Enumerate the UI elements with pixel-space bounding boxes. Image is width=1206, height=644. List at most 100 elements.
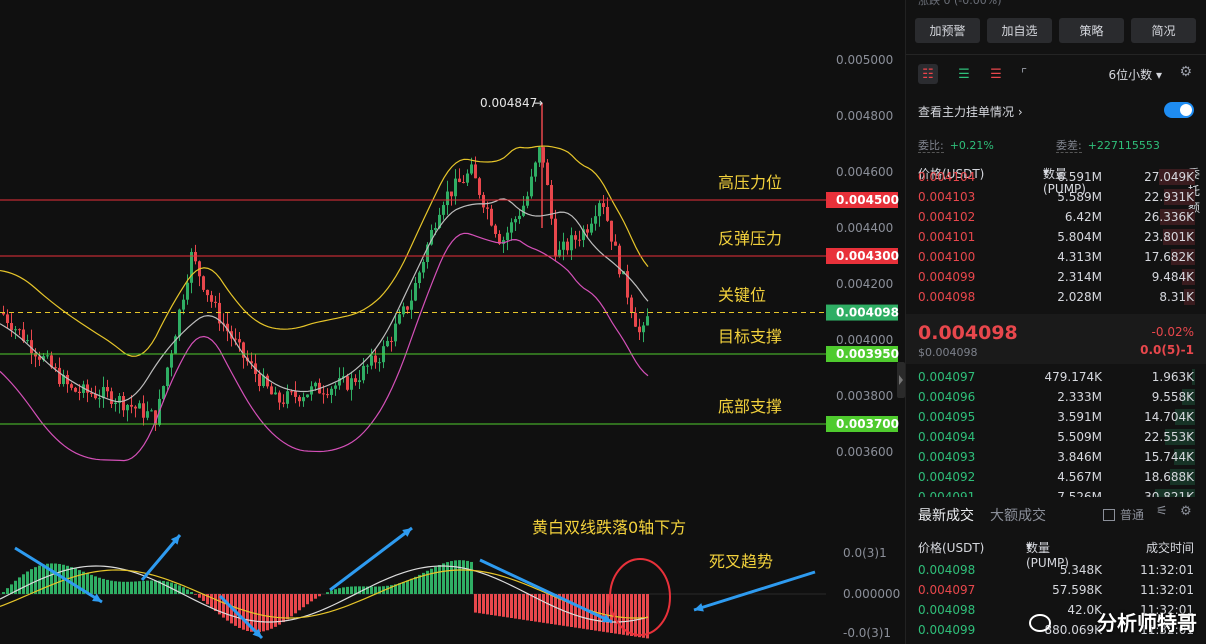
last-price-block: 0.004098 $0.004098 -0.02% 0.0(5)-1 <box>906 314 1206 364</box>
filter-icon[interactable]: ⚟ <box>1156 504 1168 519</box>
tab-large-trades[interactable]: 大额成交 <box>990 505 1046 525</box>
trades-tabs: 最新成交 大额成交 普通 ⚟ ⚙ <box>918 504 1198 525</box>
macd-bar <box>434 566 437 594</box>
candle-body <box>26 340 29 342</box>
add-alert-button[interactable]: 加预警 <box>915 18 980 43</box>
main-orders-toggle[interactable] <box>1164 102 1194 118</box>
candle-body <box>98 398 101 400</box>
macd-bar <box>402 581 405 594</box>
view-asks-icon[interactable]: ☰ <box>986 64 1006 84</box>
price-chart[interactable]: 0.005000 0.004800 0.004600 0.004400 0.004200… <box>0 0 905 644</box>
orderbook-row[interactable]: 0.004101 5.804M 23.801K <box>906 227 1206 247</box>
candlestick-chart-svg[interactable]: 0.005000 0.004800 0.004600 0.004400 0.004200… <box>0 0 905 644</box>
overview-button[interactable]: 简况 <box>1131 18 1196 43</box>
row-qty: 479.174K <box>1044 370 1103 384</box>
candle-body <box>450 191 453 197</box>
peak-arrow: → <box>533 96 543 110</box>
candle-body <box>518 215 521 220</box>
tab-latest-trades[interactable]: 最新成交 <box>918 508 974 524</box>
orderbook-row[interactable]: 0.004093 3.846M 15.744K <box>906 447 1206 467</box>
candle-body <box>146 411 149 418</box>
middle-band-line <box>0 198 649 403</box>
row-price: 0.004097 <box>918 370 976 384</box>
row-price: 0.004096 <box>918 390 976 404</box>
view-both-icon[interactable]: ☷ <box>918 64 938 84</box>
orderbook-row[interactable]: 0.004094 5.509M 22.553K <box>906 427 1206 447</box>
macd-bar <box>50 563 53 594</box>
orderbook-row[interactable]: 0.004102 6.42M 26.336K <box>906 207 1206 227</box>
candle-body <box>330 388 333 395</box>
macd-bar <box>330 590 333 594</box>
row-price: 0.004094 <box>918 430 976 444</box>
candle-body <box>486 207 489 209</box>
view-depth-icon[interactable]: ⌜ <box>1014 64 1034 84</box>
main-orders-link[interactable]: 查看主力挂单情况 › <box>918 103 1023 120</box>
candle-body <box>190 251 193 283</box>
orderbook-row[interactable]: 0.004104 6.591M 27.049K <box>906 167 1206 187</box>
orderbook-row[interactable]: 0.004103 5.589M 22.931K <box>906 187 1206 207</box>
row-qty: 5.509M <box>1057 430 1102 444</box>
candle-body <box>306 394 309 398</box>
bid-diff-value: +227115553 <box>1087 139 1160 152</box>
candle-body <box>326 394 329 396</box>
macd-bar <box>526 594 529 621</box>
candle-body <box>442 205 445 215</box>
macd-bar <box>54 563 57 594</box>
y-axis-tick: 0.004200 <box>836 277 893 291</box>
settings-icon[interactable]: ⚙ <box>1180 504 1192 519</box>
bid-ratio-label: 委比: <box>918 139 944 153</box>
row-total: 23.801K <box>1144 230 1194 244</box>
last-price: 0.004098 <box>918 322 1018 344</box>
add-watchlist-button[interactable]: 加自选 <box>987 18 1052 43</box>
candle-body <box>298 396 301 402</box>
panel-collapse-handle[interactable] <box>897 362 905 398</box>
view-bids-icon[interactable]: ☰ <box>954 64 974 84</box>
row-total: 17.682K <box>1144 250 1194 264</box>
macd-bar <box>582 594 585 629</box>
orderbook-row[interactable]: 0.004091 7.526M 30.821K <box>906 487 1206 497</box>
macd-bar <box>302 594 305 608</box>
gear-icon[interactable]: ⚙ <box>1179 64 1192 80</box>
candle-body <box>446 191 449 206</box>
orderbook-row[interactable]: 0.004100 4.313M 17.682K <box>906 247 1206 267</box>
candle-body <box>418 272 421 284</box>
macd-bar <box>2 592 5 594</box>
macd-bar <box>430 568 433 594</box>
orderbook-row[interactable]: 0.004092 4.567M 18.688K <box>906 467 1206 487</box>
macd-bar <box>542 594 545 623</box>
candle-body <box>346 376 349 390</box>
orderbook-row[interactable]: 0.004095 3.591M 14.704K <box>906 407 1206 427</box>
row-price: 0.004104 <box>918 170 976 184</box>
arrow-head <box>694 603 704 612</box>
macd-bar <box>138 581 141 594</box>
candle-body <box>494 225 497 234</box>
candle-body <box>506 232 509 241</box>
orderbook-row[interactable]: 0.004098 2.028M 8.31K <box>906 287 1206 307</box>
row-total: 14.704K <box>1144 410 1194 424</box>
trades-header-price: 价格(USDT) <box>918 541 985 555</box>
decimal-precision-select[interactable]: 6位小数 ▾ <box>1109 66 1163 83</box>
candle-body <box>642 325 645 333</box>
macd-bar <box>210 594 213 608</box>
candle-body <box>206 289 209 296</box>
row-total: 18.688K <box>1144 470 1194 484</box>
macd-bar <box>126 581 129 594</box>
orderbook-row[interactable]: 0.004099 2.314M 9.484K <box>906 267 1206 287</box>
orderbook-row[interactable]: 0.004096 2.333M 9.558K <box>906 387 1206 407</box>
macd-bar <box>506 594 509 618</box>
row-total: 1.963K <box>1151 370 1194 384</box>
macd-bar <box>494 594 497 616</box>
row-qty: 2.028M <box>1057 290 1102 304</box>
strategy-button[interactable]: 策略 <box>1059 18 1124 43</box>
level-tag-value: 0.004500 <box>836 193 899 207</box>
macd-bar <box>518 594 521 620</box>
trades-header-qty[interactable]: 数量(PUMP) ▾ <box>1026 539 1069 570</box>
macd-bar <box>538 594 541 623</box>
normal-checkbox[interactable] <box>1103 509 1115 521</box>
candle-body <box>378 362 381 364</box>
candle-body <box>6 314 9 324</box>
candle-body <box>14 329 17 331</box>
orderbook-row[interactable]: 0.004097 479.174K 1.963K <box>906 367 1206 387</box>
macd-bar <box>306 594 309 605</box>
row-price: 0.004092 <box>918 470 976 484</box>
